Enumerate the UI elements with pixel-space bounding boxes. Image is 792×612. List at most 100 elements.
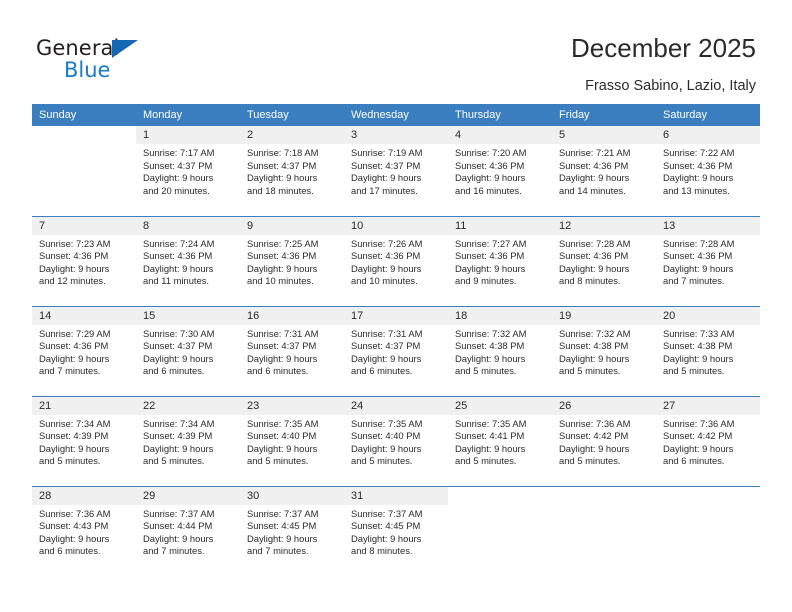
calendar-day-cell[interactable]: 18 Sunrise: 7:32 AM Sunset: 4:38 PM Dayligh… <box>448 305 552 396</box>
calendar-day-cell[interactable]: 11 Sunrise: 7:27 AM Sunset: 4:36 PM Dayligh… <box>448 215 552 306</box>
calendar-day-cell[interactable]: 6 Sunrise: 7:22 AM Sunset: 4:36 PM Daylight… <box>656 126 760 216</box>
day-info-sunrise: Sunrise: 7:18 AM <box>247 147 319 158</box>
day-info-sunset: Sunset: 4:38 PM <box>559 340 629 352</box>
day-info-daylight1: Daylight: 9 hours <box>247 352 318 364</box>
day-cell-inner <box>656 486 760 577</box>
day-info-sunrise: Sunrise: 7:37 AM <box>247 507 319 519</box>
day-info-daylight2: and 12 minutes. <box>39 275 106 287</box>
day-sun-info: Sunrise: 7:36 AM Sunset: 4:43 PM Daylight:… <box>32 505 136 558</box>
day-number: 3 <box>344 126 448 144</box>
weekday-header-saturday: Saturday <box>656 104 760 126</box>
day-sun-info: Sunrise: 7:37 AM Sunset: 4:45 PM Daylight:… <box>240 505 344 558</box>
day-sun-info: Sunrise: 7:36 AM Sunset: 4:42 PM Daylight:… <box>656 415 760 468</box>
calendar-day-cell[interactable]: 16 Sunrise: 7:31 AM Sunset: 4:37 PM Dayligh… <box>240 305 344 396</box>
calendar-day-cell[interactable]: 29 Sunrise: 7:37 AM Sunset: 4:44 PM Dayligh… <box>136 485 240 576</box>
day-cell-inner: 12 Sunrise: 7:28 AM Sunset: 4:36 PM Dayligh… <box>552 216 656 306</box>
day-info-sunrise: Sunrise: 7:35 AM <box>247 417 319 429</box>
calendar-day-cell[interactable]: 23 Sunrise: 7:35 AM Sunset: 4:40 PM Dayligh… <box>240 395 344 486</box>
day-info-sunrise: Sunrise: 7:25 AM <box>247 237 319 249</box>
calendar-day-cell[interactable]: 25 Sunrise: 7:35 AM Sunset: 4:41 PM Dayligh… <box>448 395 552 486</box>
day-info-daylight2: and 5 minutes. <box>663 365 725 377</box>
calendar-day-cell[interactable]: 19 Sunrise: 7:32 AM Sunset: 4:38 PM Dayligh… <box>552 305 656 396</box>
day-number: 27 <box>656 396 760 415</box>
day-cell-inner: 21 Sunrise: 7:34 AM Sunset: 4:39 PM Dayligh… <box>32 396 136 486</box>
calendar-day-cell[interactable]: 20 Sunrise: 7:33 AM Sunset: 4:38 PM Dayligh… <box>656 305 760 396</box>
day-info-daylight1: Daylight: 9 hours <box>559 442 630 454</box>
day-info-daylight2: and 5 minutes. <box>455 365 517 377</box>
day-info-sunrise: Sunrise: 7:29 AM <box>39 327 111 339</box>
day-info-daylight1: Daylight: 9 hours <box>351 352 422 364</box>
day-number: 12 <box>552 216 656 235</box>
day-info-sunset: Sunset: 4:37 PM <box>143 340 213 352</box>
day-info-sunset: Sunset: 4:37 PM <box>247 340 317 352</box>
day-number: 18 <box>448 306 552 325</box>
day-info-daylight1: Daylight: 9 hours <box>143 262 214 274</box>
calendar-day-cell[interactable]: 3 Sunrise: 7:19 AM Sunset: 4:37 PM Daylight… <box>344 126 448 216</box>
day-number: 21 <box>32 396 136 415</box>
day-cell-inner: 16 Sunrise: 7:31 AM Sunset: 4:37 PM Dayligh… <box>240 306 344 396</box>
calendar-day-cell[interactable]: 15 Sunrise: 7:30 AM Sunset: 4:37 PM Dayligh… <box>136 305 240 396</box>
day-info-daylight2: and 8 minutes. <box>351 545 413 557</box>
calendar-day-cell[interactable]: 28 Sunrise: 7:36 AM Sunset: 4:43 PM Dayligh… <box>32 485 136 576</box>
day-cell-inner: 6 Sunrise: 7:22 AM Sunset: 4:36 PM Daylight… <box>656 126 760 216</box>
calendar-day-cell[interactable]: 31 Sunrise: 7:37 AM Sunset: 4:45 PM Dayligh… <box>344 485 448 576</box>
day-number: 29 <box>136 486 240 505</box>
day-info-sunset: Sunset: 4:36 PM <box>559 250 629 262</box>
day-info-daylight2: and 5 minutes. <box>247 455 309 467</box>
day-cell-inner: 2 Sunrise: 7:18 AM Sunset: 4:37 PM Daylight… <box>240 126 344 216</box>
day-info-sunrise: Sunrise: 7:34 AM <box>39 417 111 429</box>
calendar-day-cell[interactable]: 10 Sunrise: 7:26 AM Sunset: 4:36 PM Dayligh… <box>344 215 448 306</box>
calendar-day-cell[interactable]: 27 Sunrise: 7:36 AM Sunset: 4:42 PM Dayligh… <box>656 395 760 486</box>
day-info-daylight1: Daylight: 9 hours <box>663 352 734 364</box>
calendar-day-cell[interactable]: 7 Sunrise: 7:23 AM Sunset: 4:36 PM Daylight… <box>32 215 136 306</box>
day-info-daylight1: Daylight: 9 hours <box>455 262 526 274</box>
day-sun-info: Sunrise: 7:19 AM Sunset: 4:37 PM Daylight:… <box>344 144 448 197</box>
day-sun-info: Sunrise: 7:22 AM Sunset: 4:36 PM Daylight:… <box>656 144 760 197</box>
day-info-daylight1: Daylight: 9 hours <box>663 172 734 184</box>
calendar-page: General Blue December 2025 Frasso Sabino… <box>0 0 792 612</box>
day-info-sunrise: Sunrise: 7:22 AM <box>663 147 735 158</box>
logo-triangle-icon <box>112 40 138 58</box>
day-number: 30 <box>240 486 344 505</box>
calendar-day-cell[interactable]: 1 Sunrise: 7:17 AM Sunset: 4:37 PM Daylight… <box>136 126 240 216</box>
day-cell-inner: 24 Sunrise: 7:35 AM Sunset: 4:40 PM Dayligh… <box>344 396 448 486</box>
calendar-day-cell[interactable]: 12 Sunrise: 7:28 AM Sunset: 4:36 PM Dayligh… <box>552 215 656 306</box>
calendar-day-cell[interactable]: 24 Sunrise: 7:35 AM Sunset: 4:40 PM Dayligh… <box>344 395 448 486</box>
calendar-day-cell[interactable]: 4 Sunrise: 7:20 AM Sunset: 4:36 PM Daylight… <box>448 126 552 216</box>
day-cell-inner: 4 Sunrise: 7:20 AM Sunset: 4:36 PM Daylight… <box>448 126 552 216</box>
day-number <box>656 486 760 505</box>
calendar-day-cell[interactable]: 8 Sunrise: 7:24 AM Sunset: 4:36 PM Daylight… <box>136 215 240 306</box>
day-cell-inner: 26 Sunrise: 7:36 AM Sunset: 4:42 PM Dayligh… <box>552 396 656 486</box>
day-info-sunset: Sunset: 4:37 PM <box>143 159 213 171</box>
weekday-header-tuesday: Tuesday <box>240 104 344 126</box>
day-info-sunrise: Sunrise: 7:27 AM <box>455 237 527 249</box>
day-number: 24 <box>344 396 448 415</box>
day-sun-info: Sunrise: 7:35 AM Sunset: 4:40 PM Daylight:… <box>344 415 448 468</box>
day-cell-inner: 17 Sunrise: 7:31 AM Sunset: 4:37 PM Dayligh… <box>344 306 448 396</box>
page-header: General Blue December 2025 Frasso Sabino… <box>0 0 792 103</box>
calendar-day-cell[interactable]: 26 Sunrise: 7:36 AM Sunset: 4:42 PM Dayligh… <box>552 395 656 486</box>
day-info-sunrise: Sunrise: 7:35 AM <box>455 417 527 429</box>
calendar-day-cell[interactable]: 2 Sunrise: 7:18 AM Sunset: 4:37 PM Daylight… <box>240 126 344 216</box>
day-info-daylight1: Daylight: 9 hours <box>39 532 110 544</box>
day-info-daylight1: Daylight: 9 hours <box>663 442 734 454</box>
day-info-daylight2: and 5 minutes. <box>39 455 101 467</box>
day-sun-info: Sunrise: 7:28 AM Sunset: 4:36 PM Daylight:… <box>656 235 760 288</box>
day-info-sunset: Sunset: 4:38 PM <box>455 340 525 352</box>
calendar-day-cell[interactable]: 9 Sunrise: 7:25 AM Sunset: 4:36 PM Daylight… <box>240 215 344 306</box>
day-info-sunrise: Sunrise: 7:26 AM <box>351 237 423 249</box>
calendar-day-cell[interactable]: 22 Sunrise: 7:34 AM Sunset: 4:39 PM Dayligh… <box>136 395 240 486</box>
calendar-day-cell[interactable]: 30 Sunrise: 7:37 AM Sunset: 4:45 PM Dayligh… <box>240 485 344 576</box>
day-info-sunset: Sunset: 4:36 PM <box>663 250 733 262</box>
day-number: 4 <box>448 126 552 144</box>
calendar-day-cell[interactable]: 14 Sunrise: 7:29 AM Sunset: 4:36 PM Dayligh… <box>32 305 136 396</box>
calendar-day-cell[interactable]: 17 Sunrise: 7:31 AM Sunset: 4:37 PM Dayligh… <box>344 305 448 396</box>
day-info-daylight1: Daylight: 9 hours <box>247 442 318 454</box>
calendar-day-cell[interactable]: 13 Sunrise: 7:28 AM Sunset: 4:36 PM Dayligh… <box>656 215 760 306</box>
day-info-daylight2: and 17 minutes. <box>351 184 418 196</box>
day-info-daylight1: Daylight: 9 hours <box>247 532 318 544</box>
calendar-day-cell[interactable]: 21 Sunrise: 7:34 AM Sunset: 4:39 PM Dayligh… <box>32 395 136 486</box>
day-cell-inner: 22 Sunrise: 7:34 AM Sunset: 4:39 PM Dayligh… <box>136 396 240 486</box>
day-info-sunrise: Sunrise: 7:36 AM <box>39 507 111 519</box>
calendar-day-cell[interactable]: 5 Sunrise: 7:21 AM Sunset: 4:36 PM Daylight… <box>552 126 656 216</box>
